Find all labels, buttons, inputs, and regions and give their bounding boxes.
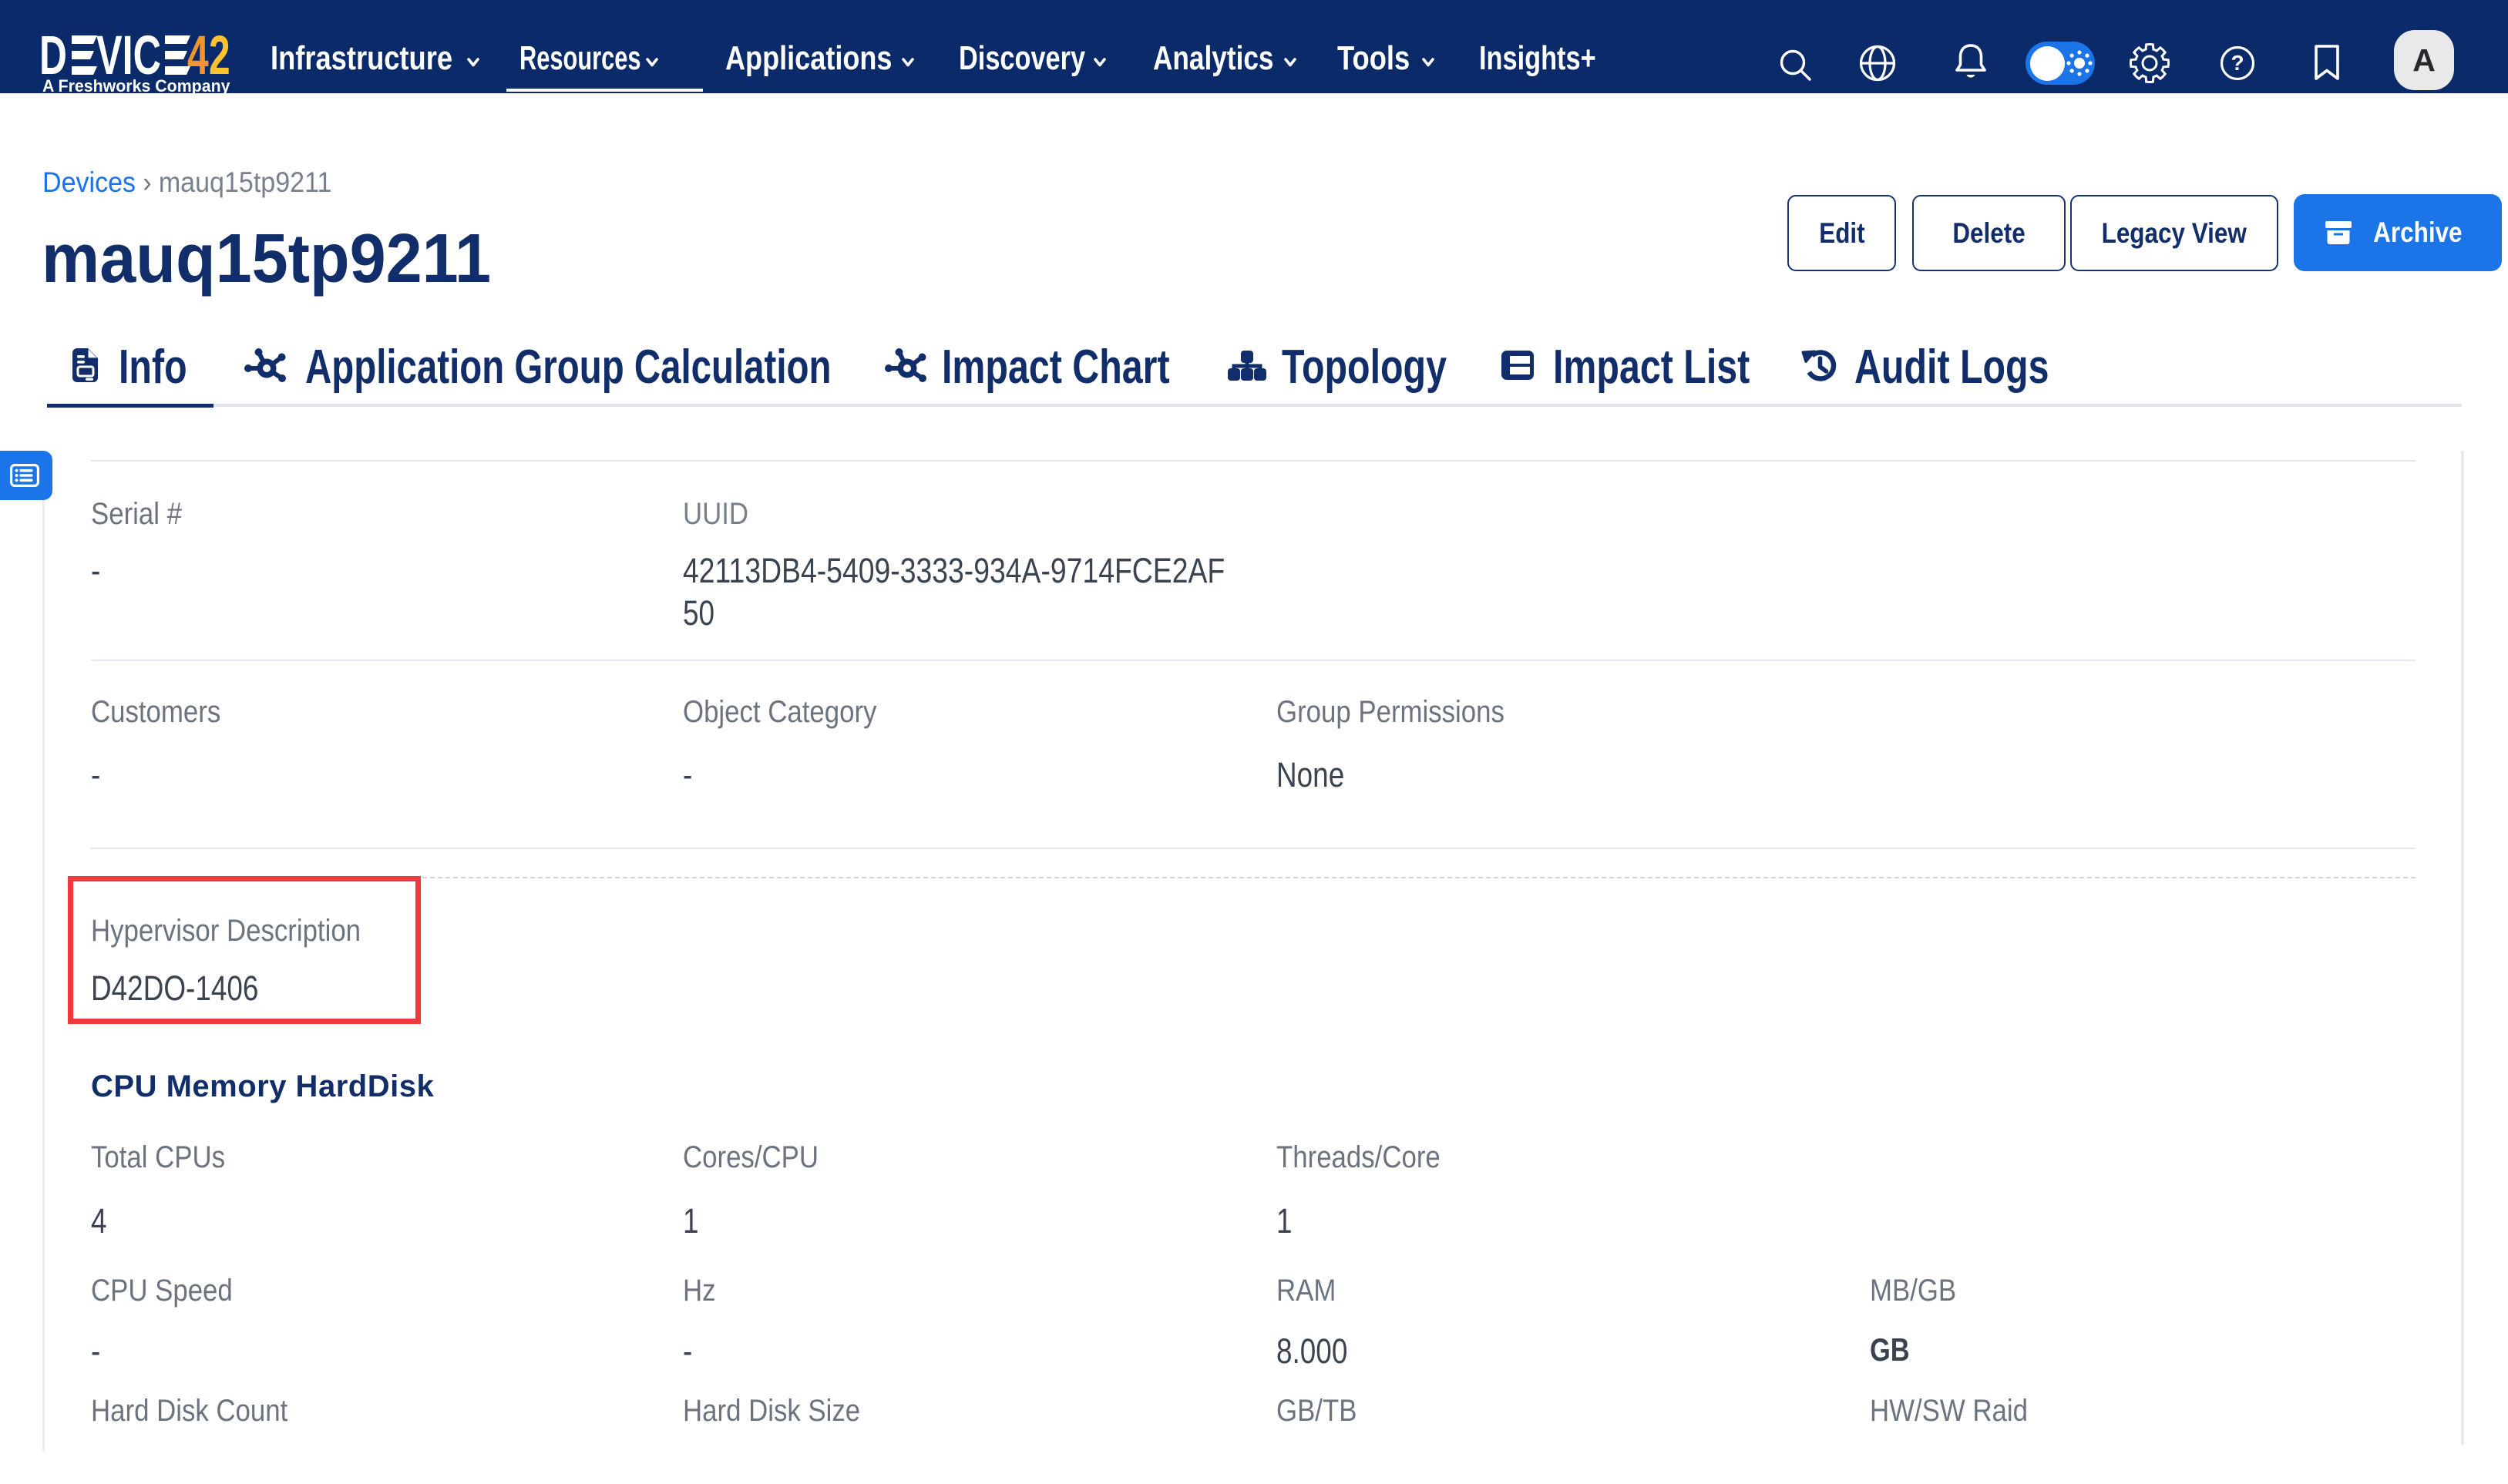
svg-text:?: ? [2231,51,2244,75]
